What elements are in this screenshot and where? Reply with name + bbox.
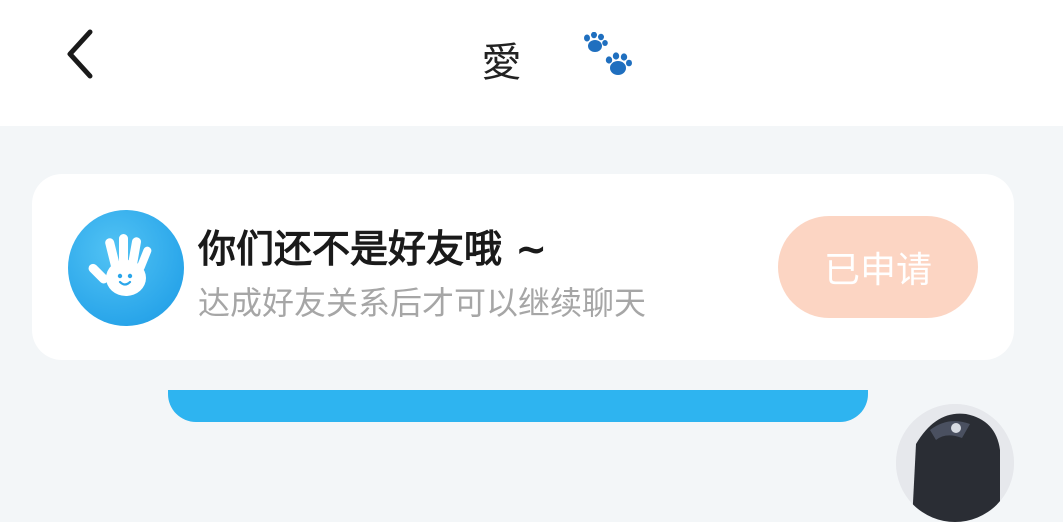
notice-subtitle: 达成好友关系后才可以继续聊天 [198,284,647,322]
chat-bubble[interactable] [168,390,868,422]
hand-glyph [88,234,152,296]
page-title: 愛 [481,40,522,86]
waving-hand-icon [68,210,184,326]
avatar-image [896,404,1014,522]
friend-notice-card: 你们还不是好友哦 ~ 达成好友关系后才可以继续聊天 已申请 [32,174,1014,360]
notice-title: 你们还不是好友哦 ~ [198,227,548,271]
avatar[interactable] [896,404,1014,522]
title-container: 愛 [0,0,1063,118]
applied-button[interactable]: 已申请 [778,216,978,318]
top-bar: 愛 [0,0,1063,126]
paw-prints-icon [584,32,632,75]
